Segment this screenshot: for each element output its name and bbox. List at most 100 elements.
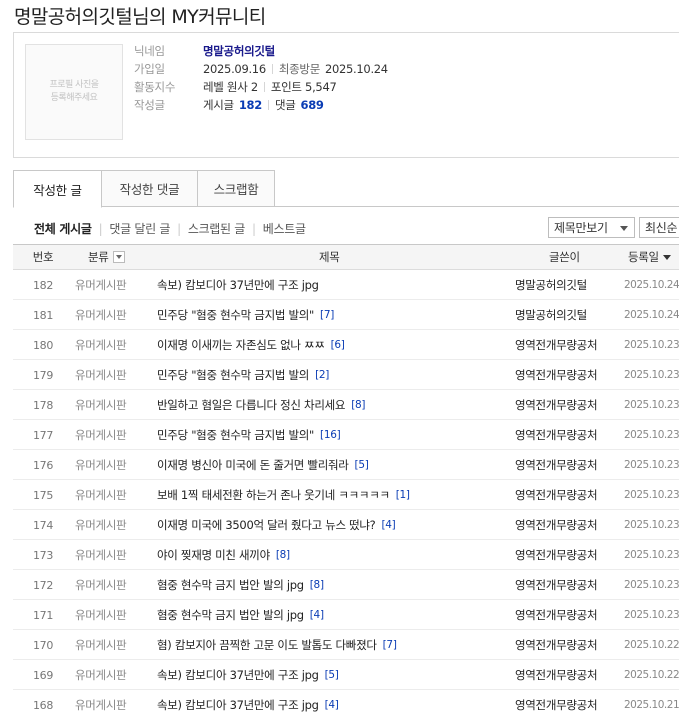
table-row[interactable]: 176 유머게시판 이재명 병신아 미국에 돈 줄거면 빨리줘라 [5] 영역전개무량공… [13,450,679,480]
post-category[interactable]: 유머게시판 [75,540,127,570]
post-writer[interactable]: 영역전개무량공처 [515,570,601,600]
header-date[interactable]: 등록일 [628,245,671,269]
post-writer[interactable]: 명말공허의깃털 [515,300,601,330]
post-category[interactable]: 유머게시판 [75,630,127,660]
comment-count-badge[interactable]: [2] [315,369,329,381]
post-title[interactable]: 속보) 캄보디아 37년만에 구조 jpg [157,667,319,683]
table-row[interactable]: 173 유머게시판 야이 찢재명 미친 새끼야 [8] 영역전개무량공처 2025.10.… [13,540,679,570]
post-title[interactable]: 속보) 캄보디아 37년만에 구조 jpg [157,277,319,293]
post-title-link[interactable]: 혐중 현수막 금지 법안 발의 jpg [8] [157,570,324,600]
comment-count-badge[interactable]: [8] [276,549,290,561]
post-title-link[interactable]: 혐중 현수막 금지 법안 발의 jpg [4] [157,600,324,630]
post-title-link[interactable]: 이재명 이새끼는 자존심도 없나 ㅉㅉ [6] [157,330,345,360]
post-category[interactable]: 유머게시판 [75,570,127,600]
post-writer[interactable]: 영역전개무량공처 [515,450,601,480]
post-title[interactable]: 이재명 병신아 미국에 돈 줄거면 빨리줘라 [157,457,349,473]
table-row[interactable]: 174 유머게시판 이재명 미국에 3500억 달러 줬다고 뉴스 떴냐? [4] 영역… [13,510,679,540]
post-category[interactable]: 유머게시판 [75,510,127,540]
table-row[interactable]: 170 유머게시판 혐) 캄보지아 끔찍한 고문 이도 발톱도 다빠졌다 [7] 영역전… [13,630,679,660]
comment-count-badge[interactable]: [1] [396,489,410,501]
avatar-placeholder[interactable]: 프로필 사진을 등록해주세요 [25,44,123,140]
post-title-link[interactable]: 속보) 캄보디아 37년만에 구조 jpg [5] [157,660,339,690]
sort-select[interactable]: 최신순 [639,217,679,238]
comment-count-badge[interactable]: [5] [325,669,339,681]
post-writer[interactable]: 영역전개무량공처 [515,420,601,450]
post-writer[interactable]: 명말공허의깃털 [515,270,601,300]
comment-count-badge[interactable]: [4] [381,519,395,531]
post-title-link[interactable]: 보배 1찍 태세전환 하는거 존나 웃기네 ㅋㅋㅋㅋㅋ [1] [157,480,410,510]
table-row[interactable]: 179 유머게시판 민주당 "혐중 현수막 금지법 발의 [2] 영역전개무량공처 202… [13,360,679,390]
header-category[interactable]: 분류 [88,245,125,269]
table-row[interactable]: 169 유머게시판 속보) 캄보디아 37년만에 구조 jpg [5] 영역전개무량공처… [13,660,679,690]
tab-my-comments[interactable]: 작성한 댓글 [101,170,198,207]
table-row[interactable]: 177 유머게시판 민주당 "혐중 현수막 금지법 발의" [16] 영역전개무량공처 2… [13,420,679,450]
post-category[interactable]: 유머게시판 [75,300,127,330]
table-row[interactable]: 171 유머게시판 혐중 현수막 금지 법안 발의 jpg [4] 영역전개무량공처 20… [13,600,679,630]
tab-my-posts[interactable]: 작성한 글 [13,170,102,208]
post-category[interactable]: 유머게시판 [75,420,127,450]
post-category[interactable]: 유머게시판 [75,480,127,510]
comment-count-badge[interactable]: [6] [331,339,345,351]
comment-count-badge[interactable]: [4] [310,609,324,621]
post-category[interactable]: 유머게시판 [75,270,127,300]
post-title-link[interactable]: 속보) 캄보디아 37년만에 구조 jpg [4] [157,690,339,715]
comment-count-badge[interactable]: [8] [310,579,324,591]
post-title-link[interactable]: 민주당 "혐중 현수막 금지법 발의" [16] [157,420,341,450]
post-category[interactable]: 유머게시판 [75,330,127,360]
tab-scraps[interactable]: 스크랩함 [197,170,275,207]
post-title[interactable]: 민주당 "혐중 현수막 금지법 발의" [157,307,314,323]
post-writer[interactable]: 영역전개무량공처 [515,660,601,690]
table-row[interactable]: 175 유머게시판 보배 1찍 태세전환 하는거 존나 웃기네 ㅋㅋㅋㅋㅋ [1] 영역… [13,480,679,510]
post-writer[interactable]: 영역전개무량공처 [515,540,601,570]
post-title-link[interactable]: 야이 찢재명 미친 새끼야 [8] [157,540,290,570]
filter-all-posts[interactable]: 전체 게시글 [34,220,92,237]
post-category[interactable]: 유머게시판 [75,690,127,715]
post-title[interactable]: 혐중 현수막 금지 법안 발의 jpg [157,577,304,593]
post-title[interactable]: 속보) 캄보디아 37년만에 구조 jpg [157,697,319,713]
post-title[interactable]: 이재명 이새끼는 자존심도 없나 ㅉㅉ [157,337,325,353]
post-title[interactable]: 야이 찢재명 미친 새끼야 [157,547,270,563]
comment-count-badge[interactable]: [4] [325,699,339,711]
post-title[interactable]: 혐) 캄보지아 끔찍한 고문 이도 발톱도 다빠졌다 [157,637,377,653]
post-title[interactable]: 보배 1찍 태세전환 하는거 존나 웃기네 ㅋㅋㅋㅋㅋ [157,487,390,503]
post-writer[interactable]: 영역전개무량공처 [515,330,601,360]
comment-count-badge[interactable]: [7] [320,309,334,321]
post-writer[interactable]: 영역전개무량공처 [515,360,601,390]
view-mode-select[interactable]: 제목만보기 [548,217,635,238]
post-title[interactable]: 혐중 현수막 금지 법안 발의 jpg [157,607,304,623]
post-title-link[interactable]: 혐) 캄보지아 끔찍한 고문 이도 발톱도 다빠졌다 [7] [157,630,397,660]
post-title-link[interactable]: 민주당 "혐중 현수막 금지법 발의 [2] [157,360,329,390]
post-writer[interactable]: 영역전개무량공처 [515,630,601,660]
post-title[interactable]: 민주당 "혐중 현수막 금지법 발의" [157,427,314,443]
post-category[interactable]: 유머게시판 [75,660,127,690]
comment-count-badge[interactable]: [7] [383,639,397,651]
post-title-link[interactable]: 이재명 미국에 3500억 달러 줬다고 뉴스 떴냐? [4] [157,510,396,540]
post-title[interactable]: 반일하고 혐일은 다릅니다 정신 차리세요 [157,397,345,413]
table-row[interactable]: 168 유머게시판 속보) 캄보디아 37년만에 구조 jpg [4] 영역전개무량공처… [13,690,679,715]
post-writer[interactable]: 영역전개무량공처 [515,390,601,420]
post-category[interactable]: 유머게시판 [75,600,127,630]
category-filter-icon[interactable] [112,251,125,263]
table-row[interactable]: 181 유머게시판 민주당 "혐중 현수막 금지법 발의" [7] 명말공허의깃털 202… [13,300,679,330]
filter-commented-posts[interactable]: 댓글 달린 글 [109,220,170,237]
post-category[interactable]: 유머게시판 [75,450,127,480]
table-row[interactable]: 178 유머게시판 반일하고 혐일은 다릅니다 정신 차리세요 [8] 영역전개무량공처… [13,390,679,420]
table-row[interactable]: 182 유머게시판 속보) 캄보디아 37년만에 구조 jpg 명말공허의깃털 2025… [13,270,679,300]
post-category[interactable]: 유머게시판 [75,390,127,420]
filter-best-posts[interactable]: 베스트글 [263,220,306,237]
post-title-link[interactable]: 이재명 병신아 미국에 돈 줄거면 빨리줘라 [5] [157,450,369,480]
post-writer[interactable]: 영역전개무량공처 [515,510,601,540]
comment-count-badge[interactable]: [5] [355,459,369,471]
post-writer[interactable]: 영역전개무량공처 [515,690,601,715]
filter-scrapped-posts[interactable]: 스크랩된 글 [188,220,246,237]
post-category[interactable]: 유머게시판 [75,360,127,390]
post-title-link[interactable]: 반일하고 혐일은 다릅니다 정신 차리세요 [8] [157,390,365,420]
comment-count-badge[interactable]: [8] [351,399,365,411]
post-writer[interactable]: 영역전개무량공처 [515,480,601,510]
post-writer[interactable]: 영역전개무량공처 [515,600,601,630]
post-title[interactable]: 이재명 미국에 3500억 달러 줬다고 뉴스 떴냐? [157,517,376,533]
post-title[interactable]: 민주당 "혐중 현수막 금지법 발의 [157,367,309,383]
nickname[interactable]: 명말공허의깃털 [203,43,275,59]
table-row[interactable]: 180 유머게시판 이재명 이새끼는 자존심도 없나 ㅉㅉ [6] 영역전개무량공처 20… [13,330,679,360]
table-row[interactable]: 172 유머게시판 혐중 현수막 금지 법안 발의 jpg [8] 영역전개무량공처 20… [13,570,679,600]
